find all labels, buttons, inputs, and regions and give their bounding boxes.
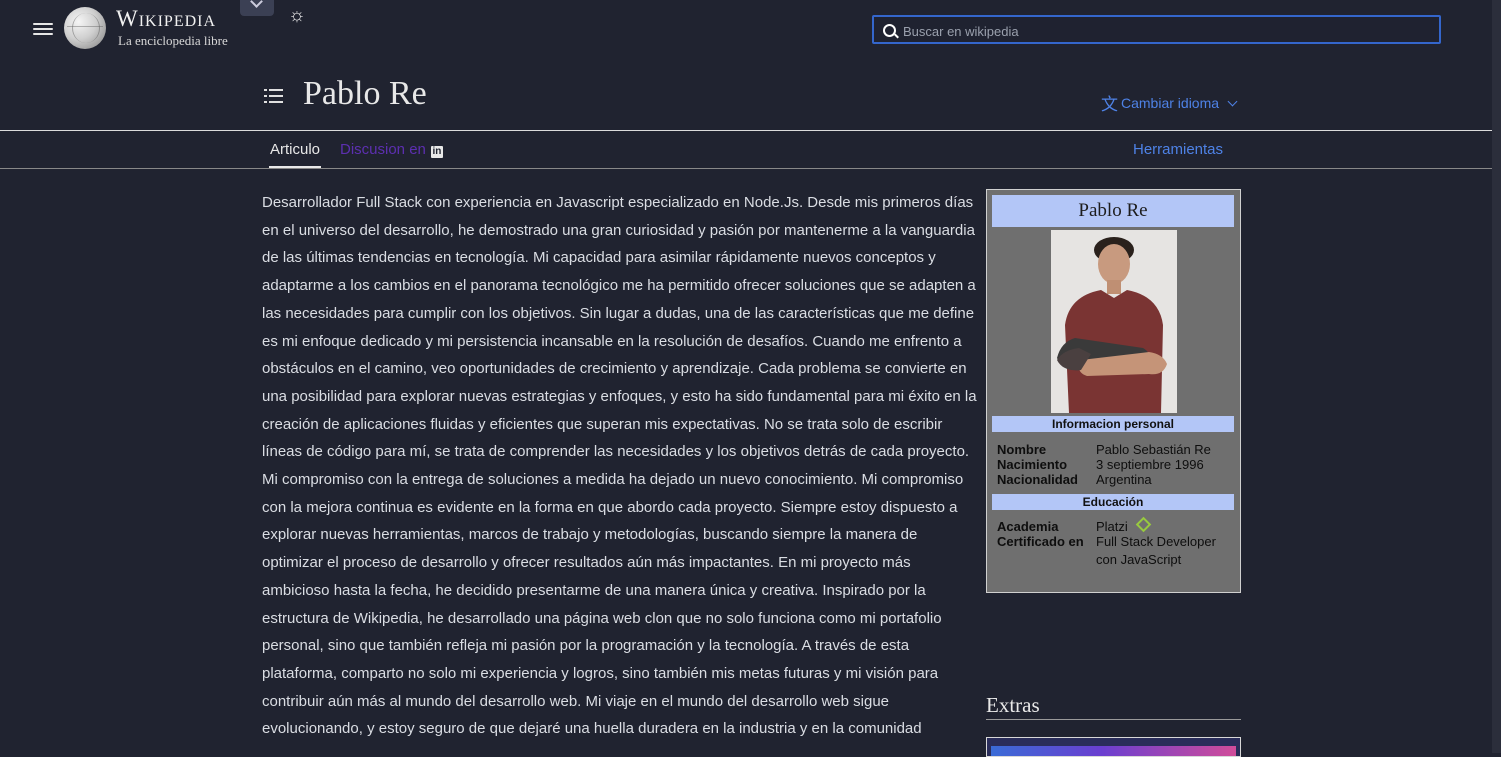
profile-photo-illustration [1051, 230, 1177, 413]
menu-icon-bar [33, 33, 53, 35]
menu-icon-bar [33, 23, 53, 25]
infobox-value: Full Stack Developer con JavaScript [1096, 534, 1216, 567]
page-title: Pablo Re [303, 75, 427, 112]
toc-list-icon[interactable] [264, 88, 284, 104]
tab-discussion[interactable]: Discusion en in [340, 141, 443, 158]
wikipedia-wordmark[interactable]: Wikipedia [116, 6, 216, 32]
linkedin-icon: in [430, 146, 443, 158]
article-body-text: Desarrollador Full Stack con experiencia… [262, 194, 977, 738]
infobox-value-platzi[interactable]: Platzi [1096, 516, 1152, 534]
infobox-value: 3 septiembre 1996 [1096, 457, 1204, 472]
search-icon [883, 24, 896, 37]
wikipedia-globe-logo[interactable] [64, 7, 106, 49]
extras-thumbnail[interactable] [986, 737, 1241, 757]
extras-divider [986, 719, 1241, 720]
infobox-value: Argentina [1096, 472, 1152, 487]
infobox-key: Nacimiento [997, 457, 1068, 472]
profile-photo [1051, 230, 1177, 413]
tab-article[interactable]: Articulo [270, 141, 320, 158]
search-input[interactable] [901, 19, 1425, 43]
infobox-key: Nacionalidad [997, 472, 1078, 487]
sun-icon[interactable]: ☼ [287, 6, 307, 26]
infobox-education-header: Educación [992, 494, 1234, 510]
tab-discussion-label: Discusion en [340, 141, 426, 158]
infobox-key: Academia [997, 519, 1059, 534]
wikipedia-tagline: La enciclopedia libre [118, 33, 228, 48]
main-menu-button[interactable] [32, 20, 54, 42]
translate-icon: 文 [1101, 95, 1118, 114]
infobox-key: Certificado en [997, 534, 1084, 549]
menu-icon-bar [33, 28, 53, 30]
tools-menu-button[interactable]: Herramientas [1133, 141, 1223, 158]
page-scrollbar[interactable] [1492, 0, 1501, 753]
infobox-personal-header: Informacion personal [992, 416, 1234, 432]
chevron-down-icon[interactable] [240, 0, 274, 16]
tabs-divider [0, 168, 1501, 169]
search-box[interactable] [872, 15, 1441, 44]
extras-heading: Extras [986, 693, 1040, 717]
infobox: Pablo Re Informacion personal Nombre Pab… [986, 189, 1241, 593]
change-language-button[interactable]: 文 Cambiar idioma [1101, 90, 1238, 115]
infobox-title: Pablo Re [992, 195, 1234, 227]
infobox-value: Pablo Sebastián Re [1096, 442, 1211, 457]
chevron-down-icon [1227, 96, 1238, 107]
platzi-link[interactable]: Platzi [1096, 519, 1128, 534]
infobox-key: Nombre [997, 442, 1047, 457]
title-divider [0, 130, 1501, 131]
platzi-icon [1135, 516, 1152, 533]
change-language-label: Cambiar idioma [1121, 95, 1220, 111]
